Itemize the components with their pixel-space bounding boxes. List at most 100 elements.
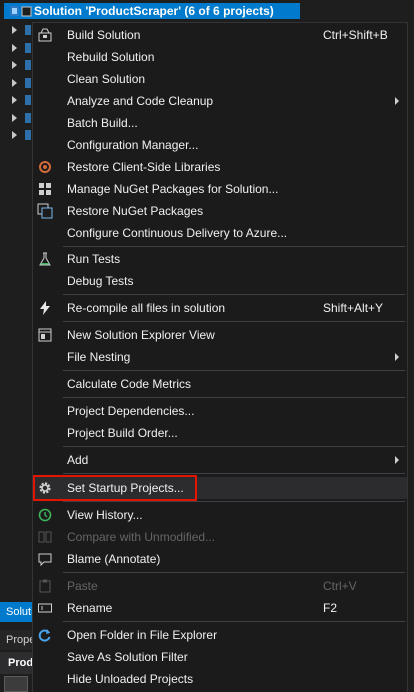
comment-icon xyxy=(37,551,53,567)
expand-arrow-icon[interactable] xyxy=(12,96,17,104)
menu-item-paste[interactable]: Paste Ctrl+V xyxy=(33,575,407,597)
highlight-box xyxy=(33,475,197,501)
tree-node[interactable] xyxy=(0,22,32,40)
menu-separator xyxy=(63,501,405,502)
menu-item-hide-unloaded[interactable]: Hide Unloaded Projects xyxy=(33,668,407,690)
project-icon xyxy=(25,42,31,53)
solution-explorer-tab[interactable]: Solution Explorer xyxy=(0,602,32,622)
menu-item-label: Blame (Annotate) xyxy=(67,552,161,566)
menu-item-label: Manage NuGet Packages for Solution... xyxy=(67,182,279,196)
menu-item-label: Re-compile all files in solution xyxy=(67,301,226,315)
menu-item-label: Configure Continuous Delivery to Azure..… xyxy=(67,226,288,240)
menu-item-shortcut: F2 xyxy=(323,601,338,615)
tree-node[interactable] xyxy=(0,57,32,75)
menu-item-recompile[interactable]: Re-compile all files in solution Shift+A… xyxy=(33,297,407,319)
expand-arrow-icon[interactable] xyxy=(12,78,17,87)
menu-item-code-metrics[interactable]: Calculate Code Metrics xyxy=(33,373,407,395)
flask-icon xyxy=(37,251,53,267)
solution-title: Solution 'ProductScraper' (6 of 6 projec… xyxy=(34,4,274,18)
nuget-icon xyxy=(37,181,53,197)
submenu-arrow-icon xyxy=(395,456,399,464)
menu-item-label: Rebuild Solution xyxy=(67,50,155,64)
menu-separator xyxy=(63,321,405,322)
solution-explorer-header: Solution 'ProductScraper' (6 of 6 projec… xyxy=(0,0,414,22)
menu-separator xyxy=(63,246,405,247)
properties-header: ProductScraper xyxy=(0,652,32,674)
expand-arrow-icon[interactable] xyxy=(12,43,17,52)
refresh-arrow-icon xyxy=(37,627,53,643)
menu-item-label: Run Tests xyxy=(67,252,121,266)
menu-item-view-history[interactable]: View History... xyxy=(33,504,407,526)
menu-item-shortcut: Ctrl+V xyxy=(323,579,357,593)
menu-item-label: Open Folder in File Explorer xyxy=(67,628,218,642)
menu-item-build-solution[interactable]: Build Solution Ctrl+Shift+B xyxy=(33,24,407,46)
menu-item-open-folder[interactable]: Open Folder in File Explorer xyxy=(33,624,407,646)
expand-arrow-icon[interactable] xyxy=(12,113,17,122)
menu-item-build-order[interactable]: Project Build Order... xyxy=(33,422,407,444)
menu-item-new-se-view[interactable]: New Solution Explorer View xyxy=(33,324,407,346)
history-icon xyxy=(37,507,53,523)
menu-item-shortcut: Ctrl+Shift+B xyxy=(323,28,388,42)
tree-node[interactable] xyxy=(0,75,32,93)
menu-item-configure-cd[interactable]: Configure Continuous Delivery to Azure..… xyxy=(33,222,407,244)
menu-item-label: Paste xyxy=(67,579,98,593)
menu-item-label: Project Build Order... xyxy=(67,426,178,440)
menu-item-project-dependencies[interactable]: Project Dependencies... xyxy=(33,400,407,422)
tree-node[interactable] xyxy=(0,92,32,110)
menu-item-label: Batch Build... xyxy=(67,116,138,130)
menu-item-label: Add xyxy=(67,453,89,467)
solution-node[interactable]: Solution 'ProductScraper' (6 of 6 projec… xyxy=(4,3,300,19)
menu-item-label: Compare with Unmodified... xyxy=(67,530,216,544)
properties-grid-icon[interactable] xyxy=(4,676,28,692)
tree-node[interactable] xyxy=(0,110,32,128)
submenu-arrow-icon xyxy=(395,97,399,105)
menu-separator xyxy=(63,397,405,398)
menu-item-manage-nuget[interactable]: Manage NuGet Packages for Solution... xyxy=(33,178,407,200)
tree-node[interactable] xyxy=(0,40,32,58)
compare-icon xyxy=(37,529,53,545)
menu-item-debug-tests[interactable]: Debug Tests xyxy=(33,270,407,292)
menu-item-restore-client-libraries[interactable]: Restore Client-Side Libraries xyxy=(33,156,407,178)
menu-item-restore-nuget[interactable]: Restore NuGet Packages xyxy=(33,200,407,222)
expand-arrow-icon[interactable] xyxy=(12,61,17,69)
menu-item-blame[interactable]: Blame (Annotate) xyxy=(33,548,407,570)
menu-separator xyxy=(63,473,405,474)
project-icon xyxy=(25,130,31,140)
menu-item-label: Debug Tests xyxy=(67,274,134,288)
properties-tab[interactable]: Properties xyxy=(0,630,32,650)
expand-arrow-icon[interactable] xyxy=(12,131,17,139)
menu-item-label: Restore Client-Side Libraries xyxy=(67,160,221,174)
menu-item-configuration-manager[interactable]: Configuration Manager... xyxy=(33,134,407,156)
menu-item-run-tests[interactable]: Run Tests xyxy=(33,248,407,270)
context-menu: Build Solution Ctrl+Shift+B Rebuild Solu… xyxy=(32,22,408,692)
menu-item-label: Analyze and Code Cleanup xyxy=(67,94,214,108)
menu-item-label: New Solution Explorer View xyxy=(67,328,215,342)
menu-item-analyze[interactable]: Analyze and Code Cleanup xyxy=(33,90,407,112)
tree-node[interactable] xyxy=(0,127,32,145)
menu-item-label: Rename xyxy=(67,601,113,615)
project-icon xyxy=(25,95,31,105)
submenu-arrow-icon xyxy=(395,353,399,361)
menu-item-compare-unmodified[interactable]: Compare with Unmodified... xyxy=(33,526,407,548)
menu-separator xyxy=(63,294,405,295)
menu-item-batch-build[interactable]: Batch Build... xyxy=(33,112,407,134)
menu-item-label: Hide Unloaded Projects xyxy=(67,672,194,686)
build-icon xyxy=(37,27,53,43)
menu-item-label: Restore NuGet Packages xyxy=(67,204,204,218)
solution-tree xyxy=(0,22,32,145)
expand-arrow-icon[interactable] xyxy=(12,26,17,34)
project-icon xyxy=(25,60,31,70)
menu-item-rebuild-solution[interactable]: Rebuild Solution xyxy=(33,46,407,68)
menu-separator xyxy=(63,572,405,573)
menu-item-save-solution-filter[interactable]: Save As Solution Filter xyxy=(33,646,407,668)
project-icon xyxy=(25,112,31,123)
menu-item-label: Project Dependencies... xyxy=(67,404,195,418)
lightning-icon xyxy=(37,300,53,316)
project-icon xyxy=(25,25,31,35)
menu-item-file-nesting[interactable]: File Nesting xyxy=(33,346,407,368)
menu-item-rename[interactable]: Rename F2 xyxy=(33,597,407,619)
menu-item-clean-solution[interactable]: Clean Solution xyxy=(33,68,407,90)
solution-icon xyxy=(10,6,32,17)
paste-icon xyxy=(37,578,53,594)
menu-item-add[interactable]: Add xyxy=(33,449,407,471)
